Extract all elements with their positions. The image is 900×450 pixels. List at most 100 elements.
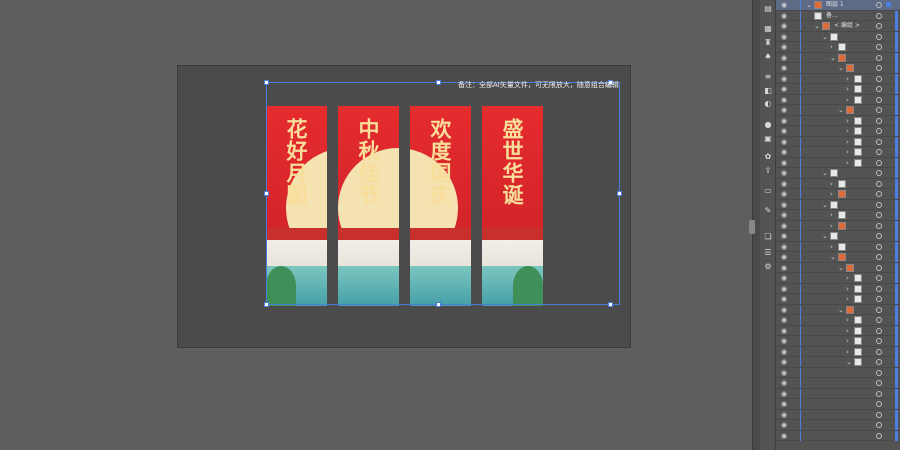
chevron-right-icon[interactable]: › (830, 179, 833, 189)
target-icon[interactable] (876, 317, 882, 323)
layer-row[interactable]: ◉ ⌄ (776, 262, 900, 273)
eye-icon[interactable]: ◉ (781, 400, 787, 409)
target-icon[interactable] (876, 96, 882, 103)
chevron-right-icon[interactable]: › (846, 294, 849, 304)
chevron-down-icon[interactable]: ⌄ (838, 63, 844, 73)
target-icon[interactable] (876, 12, 882, 19)
target-icon[interactable] (876, 44, 882, 50)
chevron-right-icon[interactable]: › (830, 221, 833, 231)
layer-row[interactable]: ◉ (776, 378, 900, 389)
target-icon[interactable] (876, 54, 882, 61)
layer-row[interactable]: ◉ › (776, 84, 900, 95)
layer-row[interactable]: ◉ ⌄ (776, 31, 900, 42)
layer-row[interactable]: ◉ ⌄ (776, 199, 900, 210)
target-icon[interactable] (876, 149, 882, 155)
target-icon[interactable] (876, 411, 882, 418)
layer-row[interactable]: ◉ › (776, 73, 900, 84)
eye-icon[interactable]: ◉ (781, 33, 787, 42)
layer-row[interactable]: ◉ › (776, 315, 900, 326)
eye-icon[interactable]: ◉ (781, 138, 787, 147)
layer-row[interactable]: ◉ ⌄ (776, 168, 900, 179)
target-icon[interactable] (876, 138, 882, 145)
chevron-right-icon[interactable]: › (846, 315, 849, 325)
chevron-right-icon[interactable]: › (846, 326, 849, 336)
chevron-down-icon[interactable]: ⌄ (822, 32, 828, 42)
eye-icon[interactable]: ◉ (781, 222, 787, 231)
layer-row[interactable]: ◉ › (776, 147, 900, 158)
resize-handle[interactable] (264, 191, 269, 196)
chevron-right-icon[interactable]: › (846, 95, 849, 105)
target-icon[interactable] (876, 180, 882, 187)
layer-row[interactable]: ◉ › (776, 273, 900, 284)
eye-icon[interactable]: ◉ (781, 159, 787, 168)
target-icon[interactable] (876, 432, 882, 439)
export-icon[interactable]: ⇪ (763, 166, 773, 175)
layer-row[interactable]: ◉ › (776, 210, 900, 221)
chevron-right-icon[interactable]: › (846, 137, 849, 147)
eye-icon[interactable]: ◉ (781, 22, 787, 31)
eye-icon[interactable]: ◉ (781, 169, 787, 178)
eye-icon[interactable]: ◉ (781, 117, 787, 126)
eye-icon[interactable]: ◉ (781, 243, 787, 252)
target-icon[interactable] (876, 390, 882, 397)
eye-icon[interactable]: ◉ (781, 96, 787, 105)
target-icon[interactable] (876, 285, 882, 292)
layer-row[interactable]: ◉ ⌄ (776, 231, 900, 242)
eye-icon[interactable]: ◉ (781, 85, 787, 94)
eye-icon[interactable]: ◉ (781, 106, 787, 115)
layer-row[interactable]: ◉ ⌄ (776, 252, 900, 263)
chevron-down-icon[interactable]: ⌄ (822, 168, 828, 178)
eye-icon[interactable]: ◉ (781, 306, 787, 315)
chevron-down-icon[interactable]: ⌄ (838, 305, 844, 315)
eye-icon[interactable]: ◉ (781, 148, 787, 157)
scroll-thumb[interactable] (749, 220, 755, 234)
chevron-right-icon[interactable]: › (830, 242, 833, 252)
eye-icon[interactable]: ◉ (781, 190, 787, 199)
eye-icon[interactable]: ◉ (781, 390, 787, 399)
eye-icon[interactable]: ◉ (781, 64, 787, 73)
layer-row[interactable]: ◉ › (776, 178, 900, 189)
eye-icon[interactable]: ◉ (781, 432, 787, 441)
eye-icon[interactable]: ◉ (781, 348, 787, 357)
chevron-down-icon[interactable]: ⌄ (822, 231, 828, 241)
layer-row[interactable]: ◉ › (776, 157, 900, 168)
eye-icon[interactable]: ◉ (781, 285, 787, 294)
align-icon[interactable]: ☰ (763, 248, 773, 257)
eye-icon[interactable]: ◉ (781, 232, 787, 241)
target-icon[interactable] (876, 264, 882, 271)
chevron-right-icon[interactable]: › (846, 147, 849, 157)
chevron-right-icon[interactable]: › (846, 84, 849, 94)
target-icon[interactable] (876, 369, 882, 376)
target-icon[interactable] (876, 65, 882, 71)
transparency-icon[interactable]: ◧ (763, 86, 773, 95)
chevron-down-icon[interactable]: ⌄ (838, 263, 844, 273)
layer-row[interactable]: ◉ ⌄ (776, 357, 900, 368)
target-icon[interactable] (876, 306, 882, 313)
eye-icon[interactable]: ◉ (781, 421, 787, 430)
layer-row[interactable]: ◉ › (776, 346, 900, 357)
chevron-right-icon[interactable]: › (830, 189, 833, 199)
target-icon[interactable] (876, 75, 882, 82)
comment-icon[interactable]: ✎ (763, 206, 773, 215)
target-icon[interactable] (876, 296, 882, 302)
resize-handle[interactable] (264, 80, 269, 85)
layer-row[interactable]: ◉ › (776, 136, 900, 147)
eye-icon[interactable]: ◉ (781, 358, 787, 367)
layer-row[interactable]: ◉ › (776, 220, 900, 231)
swatch-icon[interactable]: ▣ (763, 134, 773, 143)
palette-icon[interactable]: ✿ (763, 152, 773, 161)
resize-handle[interactable] (436, 80, 441, 85)
layer-row[interactable]: ◉ (776, 420, 900, 431)
layer-row[interactable]: ◉ › (776, 283, 900, 294)
layer-row[interactable]: ◉ (776, 367, 900, 378)
target-icon[interactable] (876, 380, 882, 386)
layer-row[interactable]: ◉ 备... (776, 10, 900, 21)
properties-icon[interactable]: ⚙ (763, 262, 773, 271)
eye-icon[interactable]: ◉ (781, 211, 787, 220)
eye-icon[interactable]: ◉ (781, 295, 787, 304)
target-icon[interactable] (876, 222, 882, 229)
chess-icon[interactable]: ♜ (763, 38, 773, 47)
chevron-right-icon[interactable]: › (846, 273, 849, 283)
target-icon[interactable] (876, 201, 882, 208)
doc-icon[interactable]: ▤ (763, 4, 773, 13)
